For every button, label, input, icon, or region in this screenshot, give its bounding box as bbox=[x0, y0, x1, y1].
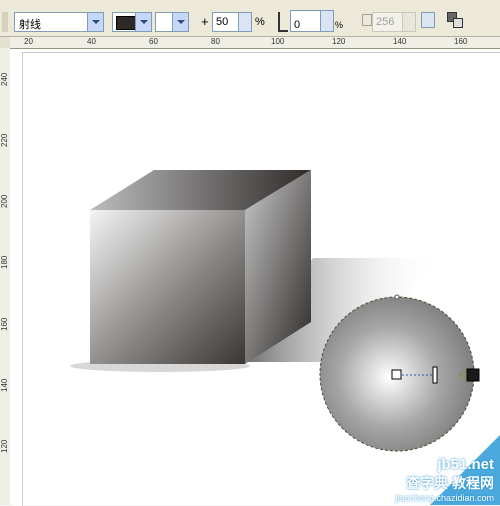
gradient-midpoint-slider[interactable] bbox=[432, 366, 438, 384]
gradient-end-handle[interactable] bbox=[466, 368, 480, 382]
watermark-site: jb51.net bbox=[437, 456, 494, 473]
watermark-url: jiaocheng.chazidian.com bbox=[395, 493, 494, 503]
watermark: jb51.net 查字典 教程网 jiaocheng.chazidian.com bbox=[395, 456, 494, 503]
drawing-svg bbox=[70, 170, 480, 452]
cube-front-face[interactable] bbox=[90, 210, 245, 364]
watermark-brand: 查字典 教程网 bbox=[406, 475, 494, 491]
sphere-node[interactable] bbox=[394, 294, 400, 300]
gradient-start-handle[interactable] bbox=[391, 369, 402, 380]
